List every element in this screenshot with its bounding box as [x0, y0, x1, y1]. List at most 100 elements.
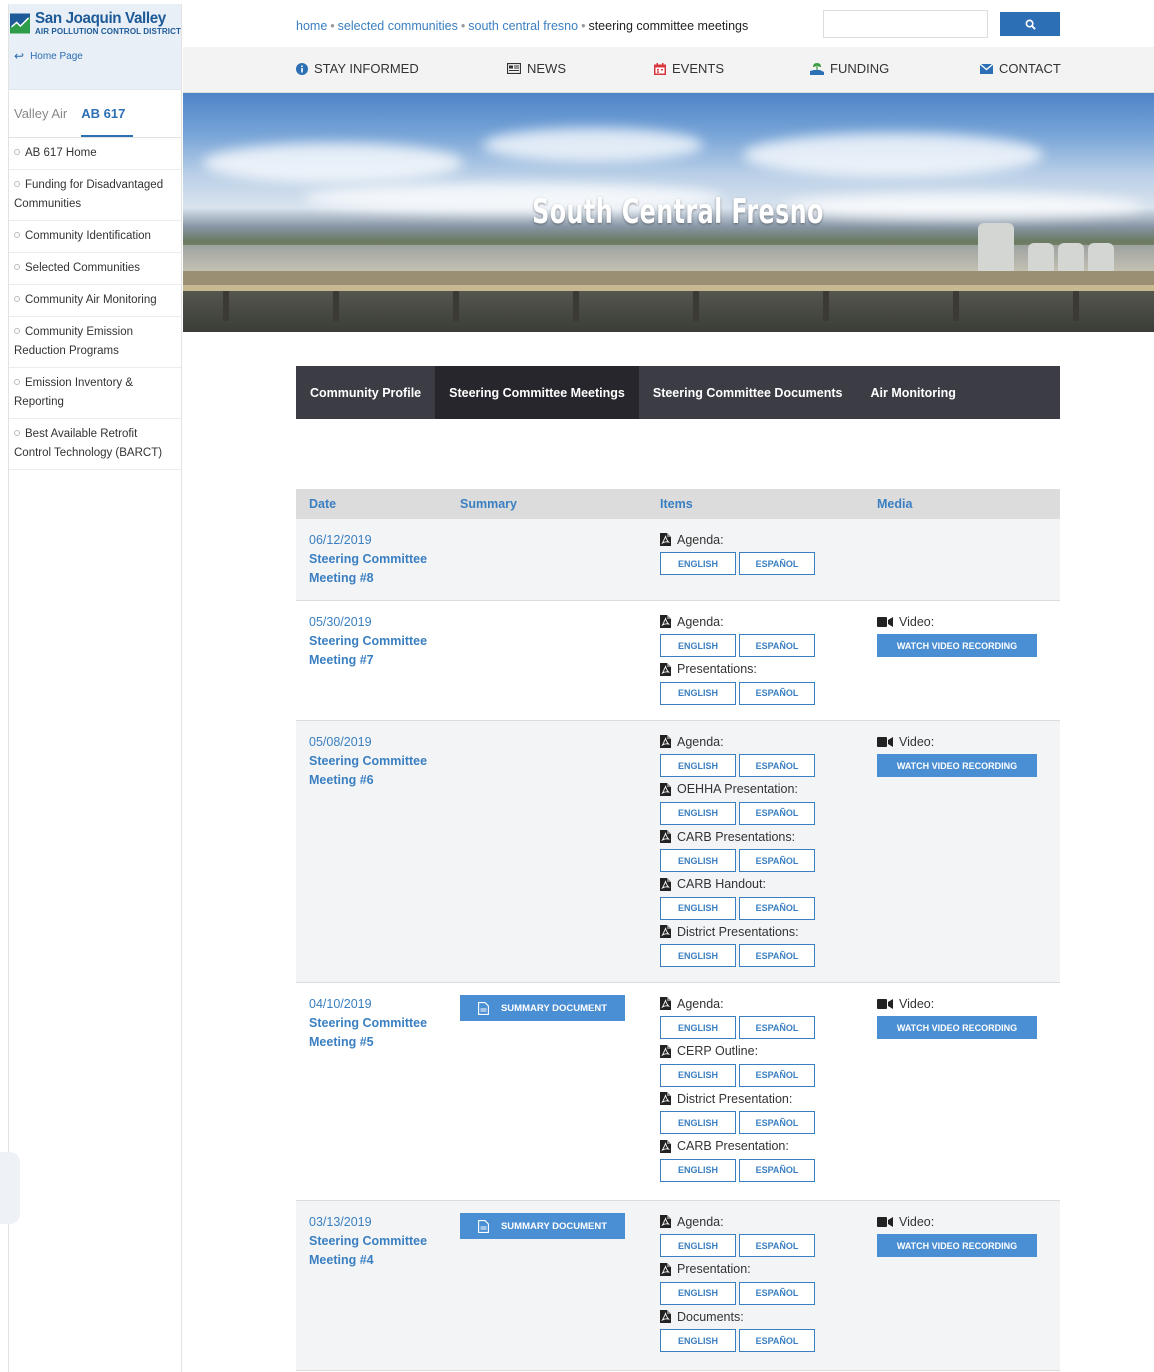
item-group: Agenda: ENGLISH ESPAÑOL	[660, 995, 818, 1039]
meeting-title-link[interactable]: Steering Committee Meeting #7	[309, 632, 427, 670]
item-label: CARB Presentation:	[677, 1139, 789, 1153]
watch-video-button[interactable]: WATCH VIDEO RECORDING	[877, 634, 1037, 657]
logo[interactable]: San Joaquin Valley AIR POLLUTION CONTROL…	[9, 10, 181, 37]
meeting-title-line: Meeting #7	[309, 653, 374, 667]
tab-steering-committee-meetings[interactable]: Steering Committee Meetings	[435, 366, 639, 419]
summary-document-button[interactable]: SUMMARY DOCUMENT	[460, 995, 625, 1021]
espanol-button[interactable]: ESPAÑOL	[739, 754, 815, 777]
sidebar-item-emission-reduction[interactable]: Community Emission Reduction Programs	[9, 317, 181, 368]
english-button[interactable]: ENGLISH	[660, 1281, 736, 1305]
search-input[interactable]	[823, 10, 988, 38]
espanol-button[interactable]: ESPAÑOL	[739, 552, 815, 575]
home-page-link[interactable]: ↩ Home Page	[9, 49, 181, 63]
meeting-title-link[interactable]: Steering Committee Meeting #5	[309, 1014, 427, 1052]
english-button[interactable]: ENGLISH	[660, 1063, 736, 1087]
espanol-button[interactable]: ESPAÑOL	[739, 1281, 815, 1305]
tab-air-monitoring[interactable]: Air Monitoring	[856, 366, 969, 419]
nav-stay-informed[interactable]: STAY INFORMED	[296, 61, 419, 76]
item-label-row: District Presentations:	[660, 923, 818, 940]
english-button[interactable]: ENGLISH	[660, 634, 736, 657]
english-button[interactable]: ENGLISH	[660, 1158, 736, 1182]
espanol-button[interactable]: ESPAÑOL	[739, 849, 815, 872]
bullet-icon	[14, 296, 20, 302]
bridge-pillar	[693, 291, 699, 321]
pdf-icon	[660, 997, 671, 1010]
espanol-button[interactable]: ESPAÑOL	[739, 1234, 815, 1257]
pdf-icon	[660, 1139, 671, 1153]
breadcrumb: home • selected communities • south central …	[296, 19, 748, 33]
sidebar-item-funding[interactable]: Funding for Disadvantaged Communities	[9, 170, 181, 221]
english-button[interactable]: ENGLISH	[660, 849, 736, 872]
english-button[interactable]: ENGLISH	[660, 1234, 736, 1257]
tab-steering-committee-documents[interactable]: Steering Committee Documents	[639, 366, 857, 419]
sidebar-item-label: AB 617 Home	[25, 147, 97, 159]
search-button[interactable]	[1000, 12, 1060, 36]
sidebar-item-barct[interactable]: Best Available Retrofit Control Technolo…	[9, 419, 181, 470]
language-buttons: ENGLISH ESPAÑOL	[660, 754, 818, 777]
espanol-button[interactable]: ESPAÑOL	[739, 681, 815, 705]
watch-video-button[interactable]: WATCH VIDEO RECORDING	[877, 1234, 1037, 1257]
sidebar-tab-ab617[interactable]: AB 617	[81, 106, 134, 137]
espanol-button[interactable]: ESPAÑOL	[739, 1016, 815, 1039]
english-button[interactable]: ENGLISH	[660, 944, 736, 967]
pdf-icon	[660, 533, 671, 546]
english-button[interactable]: ENGLISH	[660, 1111, 736, 1134]
nav-news[interactable]: NEWS	[507, 61, 566, 76]
espanol-button[interactable]: ESPAÑOL	[739, 896, 815, 920]
cloud-shape	[483, 128, 703, 162]
item-label-row: District Presentation:	[660, 1090, 818, 1107]
english-button[interactable]: ENGLISH	[660, 801, 736, 825]
sidebar-item-selected[interactable]: Selected Communities	[9, 253, 181, 285]
english-button[interactable]: ENGLISH	[660, 754, 736, 777]
espanol-button[interactable]: ESPAÑOL	[739, 634, 815, 657]
breadcrumb-separator: •	[460, 19, 466, 33]
sidebar-tab-valley-air[interactable]: Valley Air	[14, 106, 67, 137]
sidebar-item-ab617-home[interactable]: AB 617 Home	[9, 138, 181, 170]
video-label: Video:	[899, 1214, 935, 1229]
sidebar-item-identification[interactable]: Community Identification	[9, 221, 181, 253]
item-label-row: Agenda:	[660, 1213, 818, 1230]
sidebar-item-inventory[interactable]: Emission Inventory & Reporting	[9, 368, 181, 419]
tab-community-profile[interactable]: Community Profile	[296, 366, 435, 419]
document-icon	[478, 1001, 489, 1015]
meeting-title-link[interactable]: Steering Committee Meeting #6	[309, 752, 427, 790]
sidebar-toggle-handle[interactable]	[0, 1152, 20, 1224]
meeting-title-link[interactable]: Steering Committee Meeting #8	[309, 550, 427, 588]
summary-document-button[interactable]: SUMMARY DOCUMENT	[460, 1213, 625, 1239]
hero-title: South Central Fresno	[532, 192, 824, 232]
watch-video-button[interactable]: WATCH VIDEO RECORDING	[877, 754, 1037, 777]
espanol-button[interactable]: ESPAÑOL	[739, 1111, 815, 1134]
english-button[interactable]: ENGLISH	[660, 681, 736, 705]
espanol-button[interactable]: ESPAÑOL	[739, 944, 815, 967]
video-label-row: Video:	[877, 1213, 1037, 1230]
breadcrumb-selected-communities[interactable]: selected communities	[338, 19, 458, 33]
nav-events[interactable]: EVENTS	[654, 61, 724, 76]
item-label-row: Agenda:	[660, 531, 818, 548]
nav-funding[interactable]: FUNDING	[810, 61, 889, 76]
meeting-date-cell: 05/30/2019 Steering Committee Meeting #7	[309, 613, 427, 670]
breadcrumb-community[interactable]: south central fresno	[468, 19, 578, 33]
english-button[interactable]: ENGLISH	[660, 1016, 736, 1039]
meeting-date-cell: 05/08/2019 Steering Committee Meeting #6	[309, 733, 427, 790]
english-button[interactable]: ENGLISH	[660, 896, 736, 920]
envelope-icon	[980, 63, 993, 74]
info-icon	[296, 62, 308, 75]
english-button[interactable]: ENGLISH	[660, 1329, 736, 1352]
sidebar-item-monitoring[interactable]: Community Air Monitoring	[9, 285, 181, 317]
sidebar-item-label: Selected Communities	[25, 262, 141, 274]
espanol-button[interactable]: ESPAÑOL	[739, 1063, 815, 1087]
espanol-button[interactable]: ESPAÑOL	[739, 1158, 815, 1182]
espanol-button[interactable]: ESPAÑOL	[739, 1329, 815, 1352]
watch-video-button[interactable]: WATCH VIDEO RECORDING	[877, 1016, 1037, 1039]
nav-contact[interactable]: CONTACT	[980, 61, 1061, 76]
pdf-icon	[660, 1092, 671, 1105]
breadcrumb-home[interactable]: home	[296, 19, 327, 33]
language-buttons: ENGLISH ESPAÑOL	[660, 1016, 818, 1039]
english-button[interactable]: ENGLISH	[660, 552, 736, 575]
meeting-title-line: Steering Committee	[309, 754, 428, 768]
espanol-button[interactable]: ESPAÑOL	[739, 801, 815, 825]
meeting-title-link[interactable]: Steering Committee Meeting #4	[309, 1232, 427, 1270]
item-group: Agenda: ENGLISH ESPAÑOL	[660, 613, 818, 657]
item-group: Agenda: ENGLISH ESPAÑOL	[660, 733, 818, 777]
language-buttons: ENGLISH ESPAÑOL	[660, 1234, 818, 1257]
